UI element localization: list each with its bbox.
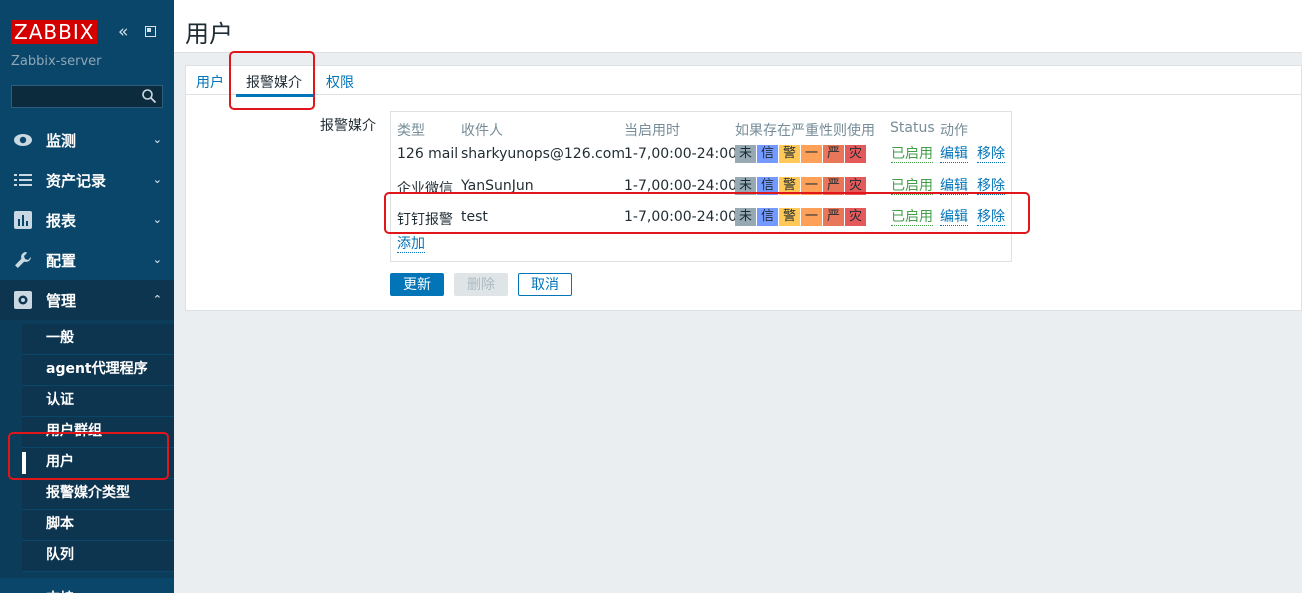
submenu-item-media-types[interactable]: 报警媒介类型 (22, 479, 174, 510)
add-media-link[interactable]: 添加 (397, 236, 425, 253)
collapse-sidebar-icon[interactable]: « (118, 22, 128, 42)
tab-bar: 用户 报警媒介 权限 (186, 66, 1301, 97)
media-type: 钉钉报警 (397, 212, 453, 228)
severity-indicator: 未信警一严灾 (735, 208, 867, 226)
tab-media[interactable]: 报警媒介 (246, 72, 302, 92)
gear-icon (12, 290, 34, 310)
column-header-when-active: 当启用时 (624, 123, 680, 139)
chevron-down-icon: ⌄ (152, 253, 162, 266)
list-icon (12, 170, 34, 190)
severity-disaster: 灾 (845, 208, 867, 226)
media-recipient: test (461, 209, 488, 225)
media-recipient: YanSunJun (461, 178, 534, 194)
severity-average: 一 (801, 145, 823, 163)
search-input[interactable] (12, 86, 132, 107)
tab-user[interactable]: 用户 (196, 72, 224, 92)
severity-high: 严 (823, 208, 845, 226)
severity-not-classified: 未 (735, 145, 757, 163)
logo-row: ZABBIX (11, 20, 98, 44)
status-enabled-link[interactable]: 已启用 (891, 209, 933, 226)
chevron-down-icon: ⌄ (152, 213, 162, 226)
search-icon[interactable] (141, 88, 157, 104)
chevron-down-icon: ⌄ (152, 133, 162, 146)
menu-label: 监测 (46, 131, 77, 150)
delete-button[interactable]: 删除 (454, 273, 508, 296)
main-menu: 监测 ⌄ 资产记录 ⌄ 报表 ⌄ 配置 ⌄ 管理 ⌃ 一般 agent代理程序 … (0, 120, 174, 578)
edit-link[interactable]: 编辑 (940, 209, 968, 226)
menu-item-support[interactable]: 支持 (46, 588, 74, 593)
media-table: 类型 收件人 当启用时 如果存在严重性则使用 Status 动作 126 mai… (390, 111, 1012, 262)
update-button[interactable]: 更新 (390, 273, 444, 296)
severity-information: 信 (757, 208, 779, 226)
submenu-item-general[interactable]: 一般 (22, 324, 174, 355)
chevron-up-icon: ⌃ (152, 293, 162, 306)
admin-submenu: 一般 agent代理程序 认证 用户群组 用户 报警媒介类型 脚本 队列 (0, 320, 174, 578)
submenu-item-users[interactable]: 用户 (22, 448, 174, 479)
media-type: 126 mail (397, 146, 459, 162)
severity-indicator: 未信警一严灾 (735, 145, 867, 163)
menu-item-reports[interactable]: 报表 ⌄ (0, 200, 174, 240)
menu-label: 资产记录 (46, 171, 107, 190)
column-header-status: Status (890, 120, 935, 136)
edit-link[interactable]: 编辑 (940, 146, 968, 163)
page-header: 用户 (174, 0, 1302, 53)
menu-label: 管理 (46, 291, 77, 310)
cancel-button[interactable]: 取消 (518, 273, 572, 296)
media-when-active: 1-7,00:00-24:00 (624, 178, 738, 194)
column-header-recipient: 收件人 (461, 123, 503, 139)
zabbix-logo[interactable]: ZABBIX (11, 20, 98, 44)
severity-high: 严 (823, 177, 845, 195)
severity-not-classified: 未 (735, 177, 757, 195)
column-header-actions: 动作 (940, 123, 968, 139)
user-form: 用户 报警媒介 权限 报警媒介 类型 收件人 当启用时 如果存在严重性则使用 S… (185, 65, 1302, 311)
severity-not-classified: 未 (735, 208, 757, 226)
chevron-down-icon: ⌄ (152, 173, 162, 186)
severity-high: 严 (823, 145, 845, 163)
wrench-icon (12, 250, 34, 270)
severity-information: 信 (757, 177, 779, 195)
severity-average: 一 (801, 208, 823, 226)
media-when-active: 1-7,00:00-24:00 (624, 209, 738, 225)
media-when-active: 1-7,00:00-24:00 (624, 146, 738, 162)
severity-disaster: 灾 (845, 177, 867, 195)
sidebar-bottom: 支持 (0, 568, 174, 593)
menu-item-monitoring[interactable]: 监测 ⌄ (0, 120, 174, 160)
search-box (11, 85, 163, 108)
kiosk-mode-icon[interactable] (145, 26, 156, 37)
severity-disaster: 灾 (845, 145, 867, 163)
page-title: 用户 (185, 20, 233, 48)
eye-icon (12, 130, 34, 150)
status-enabled-link[interactable]: 已启用 (891, 178, 933, 195)
severity-warning: 警 (779, 208, 801, 226)
remove-link[interactable]: 移除 (977, 146, 1005, 163)
submenu-item-authentication[interactable]: 认证 (22, 386, 174, 417)
severity-average: 一 (801, 177, 823, 195)
sidebar: ZABBIX « Zabbix-server 监测 ⌄ 资产记录 ⌄ 报表 ⌄ … (0, 0, 174, 593)
server-name: Zabbix-server (11, 54, 102, 69)
column-header-severity: 如果存在严重性则使用 (735, 123, 875, 139)
submenu-item-proxies[interactable]: agent代理程序 (22, 355, 174, 386)
edit-link[interactable]: 编辑 (940, 178, 968, 195)
status-enabled-link[interactable]: 已启用 (891, 146, 933, 163)
media-recipient: sharkyunops@126.com (461, 146, 625, 162)
active-tab-indicator (236, 94, 314, 97)
remove-link[interactable]: 移除 (977, 209, 1005, 226)
bar-chart-icon (12, 210, 34, 230)
media-type: 企业微信 (397, 181, 453, 197)
menu-item-configuration[interactable]: 配置 ⌄ (0, 240, 174, 280)
severity-warning: 警 (779, 145, 801, 163)
submenu-item-scripts[interactable]: 脚本 (22, 510, 174, 541)
submenu-item-user-groups[interactable]: 用户群组 (22, 417, 174, 448)
menu-label: 报表 (46, 211, 77, 230)
severity-indicator: 未信警一严灾 (735, 177, 867, 195)
menu-item-administration[interactable]: 管理 ⌃ (0, 280, 174, 320)
severity-information: 信 (757, 145, 779, 163)
menu-item-inventory[interactable]: 资产记录 ⌄ (0, 160, 174, 200)
column-header-type: 类型 (397, 123, 425, 139)
tab-permissions[interactable]: 权限 (326, 72, 354, 92)
media-field-label: 报警媒介 (320, 118, 376, 134)
remove-link[interactable]: 移除 (977, 178, 1005, 195)
severity-warning: 警 (779, 177, 801, 195)
menu-label: 配置 (46, 251, 77, 270)
